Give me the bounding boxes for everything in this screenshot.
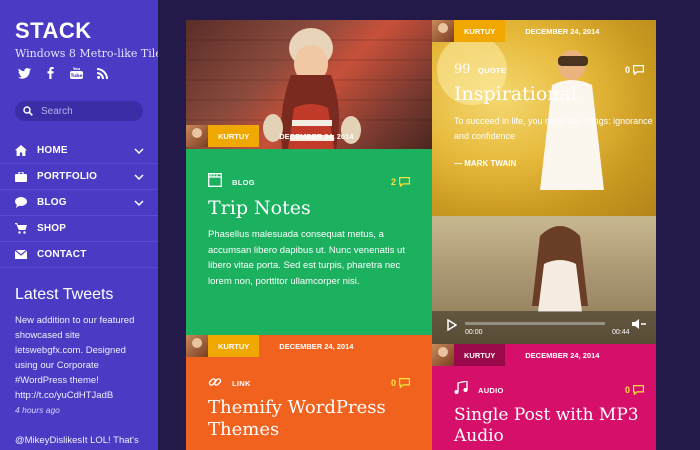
nav-item-blog[interactable]: BLOG: [0, 190, 158, 216]
tweet-link[interactable]: letswebgfx.com. Designed: [15, 343, 145, 358]
tweet-link[interactable]: http://t.co/yuCdHTJadB: [15, 388, 145, 403]
video-progress-bar[interactable]: [465, 322, 605, 325]
post-type-label: LINK: [232, 379, 251, 388]
nav-item-portfolio[interactable]: PORTFOLIO: [0, 164, 158, 190]
youtube-icon[interactable]: Tube You: [69, 66, 83, 80]
post-meta: KURTUY DECEMBER 24, 2014: [432, 20, 599, 42]
post-title[interactable]: Trip Notes: [208, 197, 311, 219]
nav-item-shop[interactable]: SHOP: [0, 216, 158, 242]
post-meta: KURTUY DECEMBER 24, 2014: [186, 335, 353, 357]
sidebar: STACK Windows 8 Metro-like Tiles Tube You…: [0, 0, 158, 450]
tweet-time: 4 hours ago: [15, 405, 60, 415]
search-icon: [23, 106, 33, 116]
search-box[interactable]: [15, 101, 143, 121]
video-controls: 00:00 00:44: [432, 311, 656, 344]
chat-bubble-icon: [15, 197, 27, 209]
site-tagline: Windows 8 Metro-like Tiles: [15, 47, 158, 60]
briefcase-icon: [15, 171, 27, 183]
chevron-down-icon[interactable]: [134, 172, 144, 182]
latest-tweets-heading: Latest Tweets: [15, 286, 114, 303]
author-avatar[interactable]: [186, 125, 208, 147]
post-excerpt: Phasellus malesuada consequat metus, a a…: [208, 229, 405, 287]
author-name[interactable]: KURTUY: [208, 335, 260, 357]
rss-icon[interactable]: [95, 66, 109, 80]
author-avatar[interactable]: [186, 335, 208, 357]
home-icon: [15, 145, 27, 157]
comment-count[interactable]: 0: [625, 385, 644, 395]
social-links: Tube You: [17, 66, 109, 80]
post-meta: KURTUY DECEMBER 24, 2014: [432, 344, 599, 366]
comment-icon: [399, 378, 410, 388]
post-tile-trip-notes[interactable]: BLOG 2 Trip Notes Phasellus malesuada co…: [186, 149, 432, 335]
post-date: DECEMBER 24, 2014: [525, 350, 600, 360]
link-icon: [208, 378, 222, 386]
nav-item-label: BLOG: [37, 197, 67, 208]
svg-text:Tube: Tube: [70, 73, 82, 79]
post-type-label: BLOG: [232, 178, 255, 187]
music-note-icon: [454, 381, 468, 394]
volume-icon[interactable]: [632, 319, 646, 329]
comment-icon: [633, 65, 644, 75]
author-name[interactable]: KURTUY: [454, 20, 506, 42]
quote-icon: 99: [454, 62, 471, 77]
chevron-down-icon[interactable]: [134, 146, 144, 156]
comment-icon: [399, 177, 410, 187]
post-tile-inspirational[interactable]: KURTUY DECEMBER 24, 2014 99 QUOTE 0 Insp…: [432, 20, 656, 216]
svg-text:You: You: [71, 67, 80, 71]
comment-count[interactable]: 2: [391, 177, 410, 187]
post-title[interactable]: Inspirational: [454, 83, 577, 105]
post-date: DECEMBER 24, 2014: [525, 26, 600, 36]
tweet-item: New addition to our featured showcased s…: [15, 313, 145, 418]
post-title[interactable]: Themify WordPress Themes: [208, 397, 386, 441]
search-input[interactable]: [41, 105, 136, 117]
chevron-down-icon[interactable]: [134, 198, 144, 208]
comment-count[interactable]: 0: [625, 65, 644, 75]
cart-icon: [15, 223, 27, 235]
author-avatar[interactable]: [432, 344, 454, 366]
comment-icon: [633, 385, 644, 395]
nav-item-contact[interactable]: CONTACT: [0, 242, 158, 268]
nav-item-label: SHOP: [37, 223, 67, 234]
facebook-icon[interactable]: [43, 66, 57, 80]
nav-item-label: CONTACT: [37, 249, 87, 260]
video-time-current: 00:00: [465, 329, 483, 336]
main-navigation: HOME PORTFOLIO BLOG SHOP CONTACT: [0, 138, 158, 268]
author-avatar[interactable]: [432, 20, 454, 42]
site-logo[interactable]: STACK: [15, 18, 92, 44]
play-icon[interactable]: [447, 319, 457, 331]
post-type-label: QUOTE: [478, 66, 507, 75]
featured-image-girl[interactable]: KURTUY DECEMBER 24, 2014: [186, 20, 432, 149]
nav-item-label: PORTFOLIO: [37, 171, 98, 182]
tweet-hashtag[interactable]: #WordPress theme!: [15, 373, 145, 388]
blog-icon: [208, 173, 222, 187]
author-name[interactable]: KURTUY: [208, 125, 260, 147]
post-date: DECEMBER 24, 2014: [279, 131, 354, 141]
quote-author: — MARK TWAIN: [454, 159, 517, 168]
video-tile[interactable]: 00:00 00:44: [432, 216, 656, 344]
author-name[interactable]: KURTUY: [454, 344, 506, 366]
video-time-total: 00:44: [612, 329, 630, 336]
post-tile-audio[interactable]: KURTUY DECEMBER 24, 2014 AUDIO 0 Single …: [432, 344, 656, 450]
comment-count[interactable]: 0: [391, 378, 410, 388]
envelope-icon: [15, 249, 27, 261]
post-meta: KURTUY DECEMBER 24, 2014: [186, 125, 353, 147]
twitter-icon[interactable]: [17, 66, 31, 80]
post-title[interactable]: Single Post with MP3 Audio: [454, 405, 639, 447]
post-date: DECEMBER 24, 2014: [279, 341, 354, 351]
tweet-item: @MikeyDislikesIt LOL! That's: [15, 435, 139, 446]
post-tile-themify[interactable]: KURTUY DECEMBER 24, 2014 LINK 0 Themify …: [186, 335, 432, 450]
post-type-label: AUDIO: [478, 386, 504, 395]
quote-text: To succeed in life, you need two things:…: [454, 116, 653, 141]
nav-item-home[interactable]: HOME: [0, 138, 158, 164]
nav-item-label: HOME: [37, 145, 68, 156]
